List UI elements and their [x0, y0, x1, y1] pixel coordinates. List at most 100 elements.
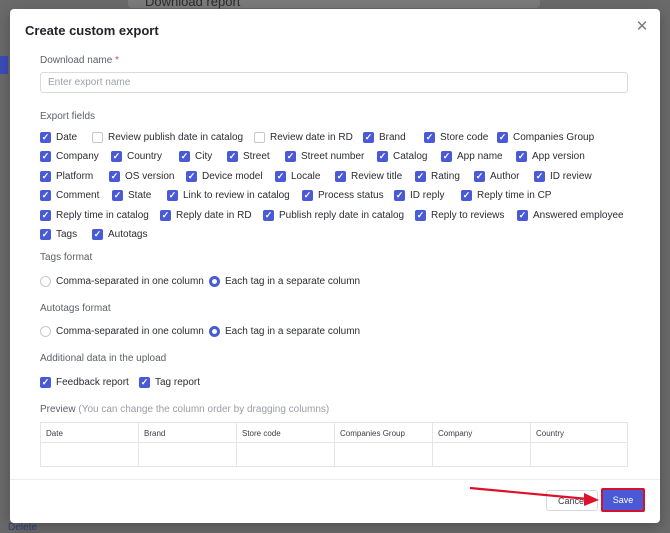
field-platform-checkbox[interactable]: ✓ Platform [40, 169, 93, 183]
preview-column[interactable]: Country [531, 423, 627, 466]
field-id-reply-checkbox[interactable]: ✓ ID reply [394, 188, 444, 202]
checkbox-checked-icon: ✓ [186, 170, 197, 182]
checkbox-checked-icon: ✓ [335, 170, 346, 182]
check-icon: ✓ [161, 209, 170, 220]
field-city-checkbox[interactable]: ✓ City [179, 149, 212, 163]
preview-hint: (You can change the column order by drag… [78, 404, 330, 415]
field-os-version-checkbox[interactable]: ✓ OS version [109, 169, 174, 183]
checkbox-checked-icon: ✓ [40, 228, 51, 240]
checkbox-label: City [195, 150, 213, 162]
field-date-checkbox[interactable]: ✓ Date [40, 130, 77, 144]
preview-column-header[interactable]: Date [41, 423, 138, 443]
field-review-date-in-rd-checkbox[interactable]: Review date in RD [254, 130, 353, 144]
checkbox-checked-icon: ✓ [517, 209, 528, 221]
field-reply-to-reviews-checkbox[interactable]: ✓ Reply to reviews [415, 208, 504, 222]
background-accent [0, 56, 8, 74]
preview-column[interactable]: Companies Group [335, 423, 433, 466]
save-button[interactable]: Save [601, 488, 645, 512]
checkbox-checked-icon: ✓ [40, 131, 51, 143]
checkbox-label: Reply time in catalog [56, 209, 149, 221]
field-device-model-checkbox[interactable]: ✓ Device model [186, 169, 263, 183]
check-icon: ✓ [535, 170, 544, 181]
preview-column[interactable]: Company [433, 423, 531, 466]
field-link-to-review-in-catalog-checkbox[interactable]: ✓ Link to review in catalog [167, 188, 290, 202]
checkbox-unchecked-icon [92, 131, 103, 143]
check-icon: ✓ [41, 376, 50, 387]
check-icon: ✓ [378, 150, 387, 161]
field-answered-employee-checkbox[interactable]: ✓ Answered employee [517, 208, 624, 222]
field-publish-reply-date-in-catalog-checkbox[interactable]: ✓ Publish reply date in catalog [263, 208, 404, 222]
autotags-format-each-tag-in-a-separate-column-radio[interactable]: Each tag in a separate column [209, 324, 360, 338]
checkbox-label: OS version [125, 170, 175, 182]
field-tags-checkbox[interactable]: ✓ Tags [40, 227, 77, 241]
radio-selected-icon [209, 275, 220, 287]
background-delete-link: Delete [8, 522, 37, 533]
preview-column[interactable]: Store code [237, 423, 335, 466]
preview-label: Preview (You can change the column order… [40, 404, 330, 415]
preview-column-header[interactable]: Country [531, 423, 627, 443]
field-autotags-checkbox[interactable]: ✓ Autotags [92, 227, 147, 241]
radio-label: Comma-separated in one column [56, 275, 204, 287]
check-icon: ✓ [41, 131, 50, 142]
check-icon: ✓ [364, 131, 373, 142]
checkbox-label: Platform [56, 170, 94, 182]
field-reply-time-in-catalog-checkbox[interactable]: ✓ Reply time in catalog [40, 208, 149, 222]
field-state-checkbox[interactable]: ✓ State [112, 188, 151, 202]
check-icon: ✓ [416, 170, 425, 181]
preview-column[interactable]: Brand [139, 423, 237, 466]
tags-format-comma-separated-in-one-column-radio[interactable]: Comma-separated in one column [40, 274, 204, 288]
field-street-checkbox[interactable]: ✓ Street [227, 149, 270, 163]
checkbox-checked-icon: ✓ [377, 150, 388, 162]
checkbox-checked-icon: ✓ [109, 170, 120, 182]
check-icon: ✓ [93, 228, 102, 239]
check-icon: ✓ [475, 170, 484, 181]
field-app-name-checkbox[interactable]: ✓ App name [441, 149, 503, 163]
checkbox-checked-icon: ✓ [179, 150, 190, 162]
preview-table[interactable]: Date Brand Store code Companies Group Compan… [40, 422, 628, 467]
field-review-title-checkbox[interactable]: ✓ Review title [335, 169, 402, 183]
additional-feedback-report-checkbox[interactable]: ✓ Feedback report [40, 375, 129, 389]
field-review-publish-date-in-catalog-checkbox[interactable]: Review publish date in catalog [92, 130, 243, 144]
field-brand-checkbox[interactable]: ✓ Brand [363, 130, 406, 144]
field-store-code-checkbox[interactable]: ✓ Store code [424, 130, 488, 144]
field-app-version-checkbox[interactable]: ✓ App version [516, 149, 585, 163]
preview-column[interactable]: Date [41, 423, 139, 466]
checkbox-label: Review publish date in catalog [108, 131, 244, 143]
field-author-checkbox[interactable]: ✓ Author [474, 169, 519, 183]
preview-column-header[interactable]: Company [433, 423, 530, 443]
field-companies-group-checkbox[interactable]: ✓ Companies Group [497, 130, 594, 144]
checkbox-checked-icon: ✓ [415, 209, 426, 221]
close-icon[interactable]: ✕ [634, 19, 650, 35]
additional-data-label: Additional data in the upload [40, 353, 167, 364]
field-country-checkbox[interactable]: ✓ Country [111, 149, 162, 163]
radio-label: Each tag in a separate column [225, 325, 361, 337]
field-company-checkbox[interactable]: ✓ Company [40, 149, 99, 163]
radio-unselected-icon [40, 275, 51, 287]
checkbox-label: Brand [379, 131, 406, 143]
preview-column-header[interactable]: Store code [237, 423, 334, 443]
field-id-review-checkbox[interactable]: ✓ ID review [534, 169, 592, 183]
check-icon: ✓ [112, 150, 121, 161]
field-process-status-checkbox[interactable]: ✓ Process status [302, 188, 384, 202]
checkbox-label: Street number [301, 150, 365, 162]
autotags-format-comma-separated-in-one-column-radio[interactable]: Comma-separated in one column [40, 324, 204, 338]
checkbox-label: Rating [431, 170, 460, 182]
field-reply-date-in-rd-checkbox[interactable]: ✓ Reply date in RD [160, 208, 252, 222]
field-locale-checkbox[interactable]: ✓ Locale [275, 169, 320, 183]
field-rating-checkbox[interactable]: ✓ Rating [415, 169, 460, 183]
additional-tag-report-checkbox[interactable]: ✓ Tag report [139, 375, 200, 389]
checkbox-checked-icon: ✓ [415, 170, 426, 182]
field-catalog-checkbox[interactable]: ✓ Catalog [377, 149, 427, 163]
export-name-input[interactable] [40, 72, 628, 93]
field-comment-checkbox[interactable]: ✓ Comment [40, 188, 99, 202]
field-street-number-checkbox[interactable]: ✓ Street number [285, 149, 364, 163]
preview-column-header[interactable]: Brand [139, 423, 236, 443]
field-reply-time-in-cp-checkbox[interactable]: ✓ Reply time in CP [461, 188, 551, 202]
checkbox-label: Companies Group [513, 131, 595, 143]
cancel-button[interactable]: Cancel [546, 490, 598, 511]
checkbox-unchecked-icon [254, 131, 265, 143]
checkbox-label: Tag report [155, 376, 201, 388]
preview-column-header[interactable]: Companies Group [335, 423, 432, 443]
tags-format-each-tag-in-a-separate-column-radio[interactable]: Each tag in a separate column [209, 274, 360, 288]
checkbox-label: App version [532, 150, 585, 162]
